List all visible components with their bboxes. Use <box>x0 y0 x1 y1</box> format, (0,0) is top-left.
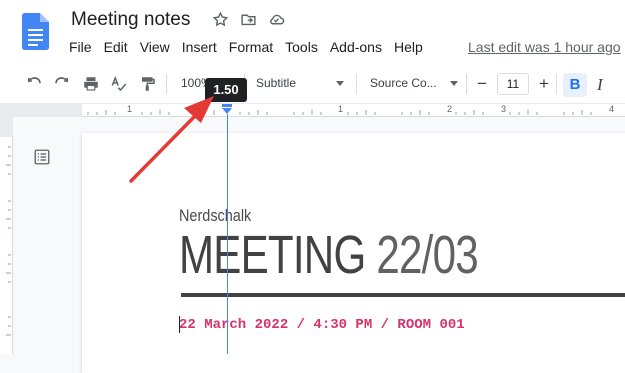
font-family-select[interactable]: Source Co... <box>370 76 437 90</box>
font-size-input[interactable]: 11 <box>497 73 529 95</box>
horizontal-divider <box>181 293 625 297</box>
ruler-mark: 4 <box>609 104 615 114</box>
document-heading[interactable]: MEETING 22/03 <box>179 224 479 286</box>
menu-edit[interactable]: Edit <box>104 39 128 55</box>
indent-marker-icon[interactable] <box>221 104 233 114</box>
ruler-mark: 1 <box>338 104 344 114</box>
ruler-mark: 1 <box>127 104 133 114</box>
cloud-status-icon[interactable] <box>268 11 285 28</box>
ruler-mark: 3 <box>501 104 507 114</box>
horizontal-ruler[interactable]: 1 1 2 3 4 <box>0 104 625 117</box>
menu-addons[interactable]: Add-ons <box>330 39 382 55</box>
italic-button[interactable]: I <box>597 75 603 95</box>
increase-font-size-button[interactable]: + <box>539 73 549 95</box>
heading-number: 22/03 <box>376 225 478 285</box>
vertical-ruler[interactable] <box>0 117 13 354</box>
ruler-mark: 2 <box>447 104 453 114</box>
document-subtitle[interactable]: Nerdschalk <box>179 206 251 226</box>
menu-bar: File Edit View Insert Format Tools Add-o… <box>69 39 435 55</box>
document-title[interactable]: Meeting notes <box>71 9 190 31</box>
menu-format[interactable]: Format <box>229 39 273 55</box>
spellcheck-icon[interactable] <box>110 75 128 93</box>
style-dropdown-caret-icon[interactable] <box>336 81 344 86</box>
toolbar: 100% Subtitle Source Co... − 11 + B I <box>0 64 625 104</box>
print-icon[interactable] <box>82 75 100 93</box>
star-icon[interactable] <box>212 11 229 28</box>
menu-view[interactable]: View <box>140 39 170 55</box>
document-outline-icon[interactable] <box>33 148 51 166</box>
indent-guide-line <box>227 114 228 354</box>
menu-insert[interactable]: Insert <box>182 39 217 55</box>
undo-icon[interactable] <box>25 75 43 93</box>
move-folder-icon[interactable] <box>240 11 257 28</box>
decrease-font-size-button[interactable]: − <box>477 73 487 95</box>
last-edit-link[interactable]: Last edit was 1 hour ago <box>468 39 621 55</box>
menu-file[interactable]: File <box>69 39 92 55</box>
text-cursor <box>179 316 180 333</box>
menu-help[interactable]: Help <box>394 39 423 55</box>
redo-icon[interactable] <box>53 75 71 93</box>
menu-tools[interactable]: Tools <box>285 39 318 55</box>
title-bar: Meeting notes File Edit View Insert Form… <box>0 0 625 64</box>
indent-value-tooltip: 1.50 <box>205 78 247 102</box>
meeting-dateline[interactable]: 22 March 2022 / 4:30 PM / ROOM 001 <box>179 317 465 333</box>
paragraph-style-select[interactable]: Subtitle <box>256 76 296 90</box>
heading-main: MEETING <box>179 225 377 285</box>
paint-format-icon[interactable] <box>139 75 157 93</box>
font-dropdown-caret-icon[interactable] <box>450 81 458 86</box>
docs-logo-icon[interactable] <box>22 13 49 50</box>
bold-button[interactable]: B <box>563 73 587 97</box>
